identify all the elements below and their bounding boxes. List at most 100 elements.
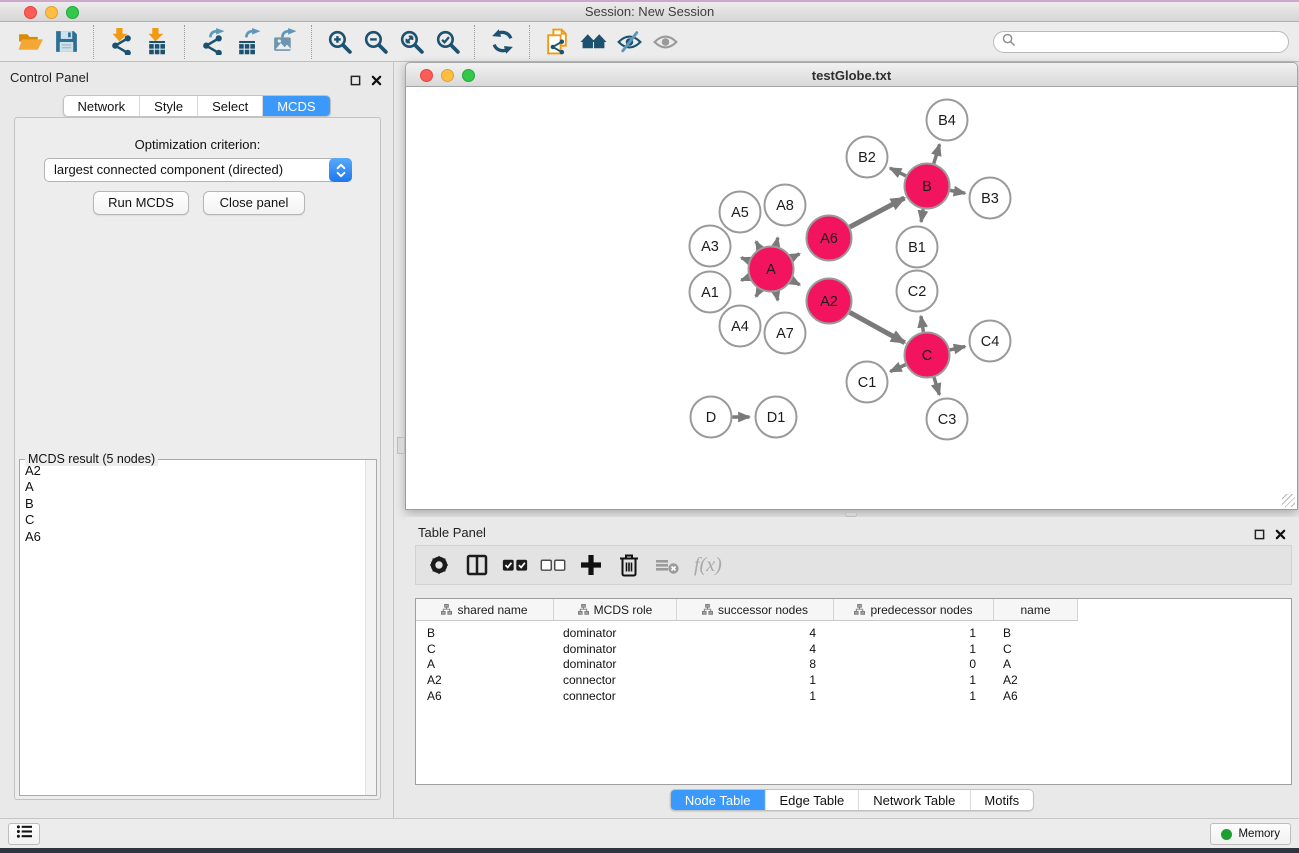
table-row[interactable]: Bdominator41B (416, 625, 1291, 641)
zoom-out-icon[interactable] (357, 25, 393, 59)
graph-node-C2[interactable]: C2 (897, 271, 938, 312)
column-header-successor-nodes[interactable]: successor nodes (677, 599, 834, 621)
graph-node-A6[interactable]: A6 (807, 216, 852, 261)
graph-node-D1[interactable]: D1 (756, 397, 797, 438)
cell-shared-name[interactable]: A2 (416, 673, 554, 687)
memory-button[interactable]: Memory (1210, 823, 1291, 845)
vertical-split-handle[interactable] (397, 437, 405, 454)
cell-successor-nodes[interactable]: 8 (677, 657, 834, 671)
graph-node-B4[interactable]: B4 (927, 100, 968, 141)
graph-edge-A-A8[interactable] (776, 238, 778, 246)
criterion-dropdown[interactable]: largest connected component (directed) (44, 158, 352, 182)
network-close-icon[interactable] (420, 69, 433, 82)
network-canvas[interactable]: B4B2BB3A8A5A6A3B1AA1C2A2A4A7C4CC1DD1C3 (405, 87, 1298, 510)
resize-grip-icon[interactable] (1282, 494, 1295, 507)
cell-predecessor-nodes[interactable]: 1 (834, 673, 994, 687)
tab-select[interactable]: Select (197, 96, 262, 116)
log-console-button[interactable] (8, 823, 40, 845)
open-session-icon[interactable] (12, 25, 48, 59)
tab-mcds[interactable]: MCDS (262, 96, 329, 116)
graph-node-D[interactable]: D (691, 397, 732, 438)
table-row[interactable]: A2connector11A2 (416, 672, 1291, 688)
column-header-mcds-role[interactable]: MCDS role (554, 599, 677, 621)
graph-edge-C-C1[interactable] (890, 365, 905, 372)
home-icon[interactable] (575, 25, 611, 59)
export-table-icon[interactable] (230, 25, 266, 59)
graph-edge-A-A7[interactable] (776, 292, 778, 300)
graph-node-A7[interactable]: A7 (765, 313, 806, 354)
cell-name[interactable]: A (994, 657, 1078, 671)
column-header-predecessor-nodes[interactable]: predecessor nodes (834, 599, 994, 621)
cell-successor-nodes[interactable]: 1 (677, 673, 834, 687)
settings-gear-icon[interactable] (426, 548, 452, 582)
column-header-shared-name[interactable]: shared name (416, 599, 554, 621)
close-window-icon[interactable] (24, 6, 37, 19)
run-mcds-button[interactable]: Run MCDS (93, 191, 189, 215)
show-all-icon[interactable] (647, 25, 683, 59)
graph-edge-A2-C[interactable] (850, 312, 905, 342)
save-session-icon[interactable] (48, 25, 84, 59)
graph-node-B2[interactable]: B2 (847, 137, 888, 178)
graph-node-B1[interactable]: B1 (897, 227, 938, 268)
cell-predecessor-nodes[interactable]: 1 (834, 626, 994, 640)
close-panel-button[interactable]: Close panel (203, 191, 305, 215)
result-node-item[interactable]: A6 (20, 529, 376, 545)
refresh-icon[interactable] (484, 25, 520, 59)
tab-style[interactable]: Style (139, 96, 197, 116)
export-network-icon[interactable] (194, 25, 230, 59)
graph-node-A[interactable]: A (749, 247, 794, 292)
cell-mcds-role[interactable]: connector (554, 673, 677, 687)
search-box[interactable] (993, 31, 1289, 53)
tab-network-table[interactable]: Network Table (858, 790, 969, 810)
table-float-panel-icon[interactable] (1252, 527, 1266, 541)
graph-edge-A-A2[interactable] (792, 280, 800, 284)
result-scrollbar[interactable] (365, 460, 376, 795)
graph-edge-B-B1[interactable] (921, 209, 923, 222)
search-input[interactable] (1015, 35, 1288, 49)
split-panel-icon[interactable] (464, 548, 490, 582)
network-minimize-icon[interactable] (441, 69, 454, 82)
table-close-panel-icon[interactable] (1273, 527, 1287, 541)
column-header-name[interactable]: name (994, 599, 1078, 621)
cell-mcds-role[interactable]: dominator (554, 626, 677, 640)
graph-edge-A-A6[interactable] (792, 254, 800, 258)
tab-network[interactable]: Network (63, 96, 139, 116)
graph-node-A5[interactable]: A5 (720, 192, 761, 233)
titlebar[interactable]: Session: New Session (0, 2, 1299, 22)
cell-name[interactable]: C (994, 642, 1078, 656)
cell-mcds-role[interactable]: dominator (554, 642, 677, 656)
result-node-item[interactable]: C (20, 512, 376, 528)
graph-edge-A-A4[interactable] (756, 290, 760, 297)
cell-shared-name[interactable]: B (416, 626, 554, 640)
network-maximize-icon[interactable] (462, 69, 475, 82)
graph-edge-B-B4[interactable] (934, 144, 940, 163)
cell-successor-nodes[interactable]: 1 (677, 689, 834, 703)
graph-edge-A6-B[interactable] (850, 198, 905, 227)
maximize-window-icon[interactable] (66, 6, 79, 19)
cell-name[interactable]: B (994, 626, 1078, 640)
tab-edge-table[interactable]: Edge Table (764, 790, 858, 810)
graph-node-A3[interactable]: A3 (690, 226, 731, 267)
select-all-icon[interactable] (502, 548, 528, 582)
minimize-window-icon[interactable] (45, 6, 58, 19)
cell-predecessor-nodes[interactable]: 1 (834, 642, 994, 656)
graph-edge-B-B3[interactable] (950, 190, 965, 193)
graph-node-A4[interactable]: A4 (720, 306, 761, 347)
import-table-icon[interactable] (139, 25, 175, 59)
cell-shared-name[interactable]: A (416, 657, 554, 671)
graph-edge-A-A5[interactable] (756, 241, 760, 248)
float-panel-icon[interactable] (348, 73, 362, 87)
graph-node-A8[interactable]: A8 (765, 185, 806, 226)
zoom-selected-icon[interactable] (429, 25, 465, 59)
graph-node-A1[interactable]: A1 (690, 272, 731, 313)
graph-node-B3[interactable]: B3 (970, 178, 1011, 219)
cell-shared-name[interactable]: C (416, 642, 554, 656)
graph-edge-A-A3[interactable] (741, 258, 749, 261)
result-node-item[interactable]: A2 (20, 463, 376, 479)
graph-edge-B-B2[interactable] (890, 168, 906, 176)
zoom-fit-icon[interactable] (393, 25, 429, 59)
cell-name[interactable]: A6 (994, 689, 1078, 703)
cell-predecessor-nodes[interactable]: 1 (834, 689, 994, 703)
add-column-icon[interactable] (578, 548, 604, 582)
close-panel-icon[interactable] (369, 73, 383, 87)
